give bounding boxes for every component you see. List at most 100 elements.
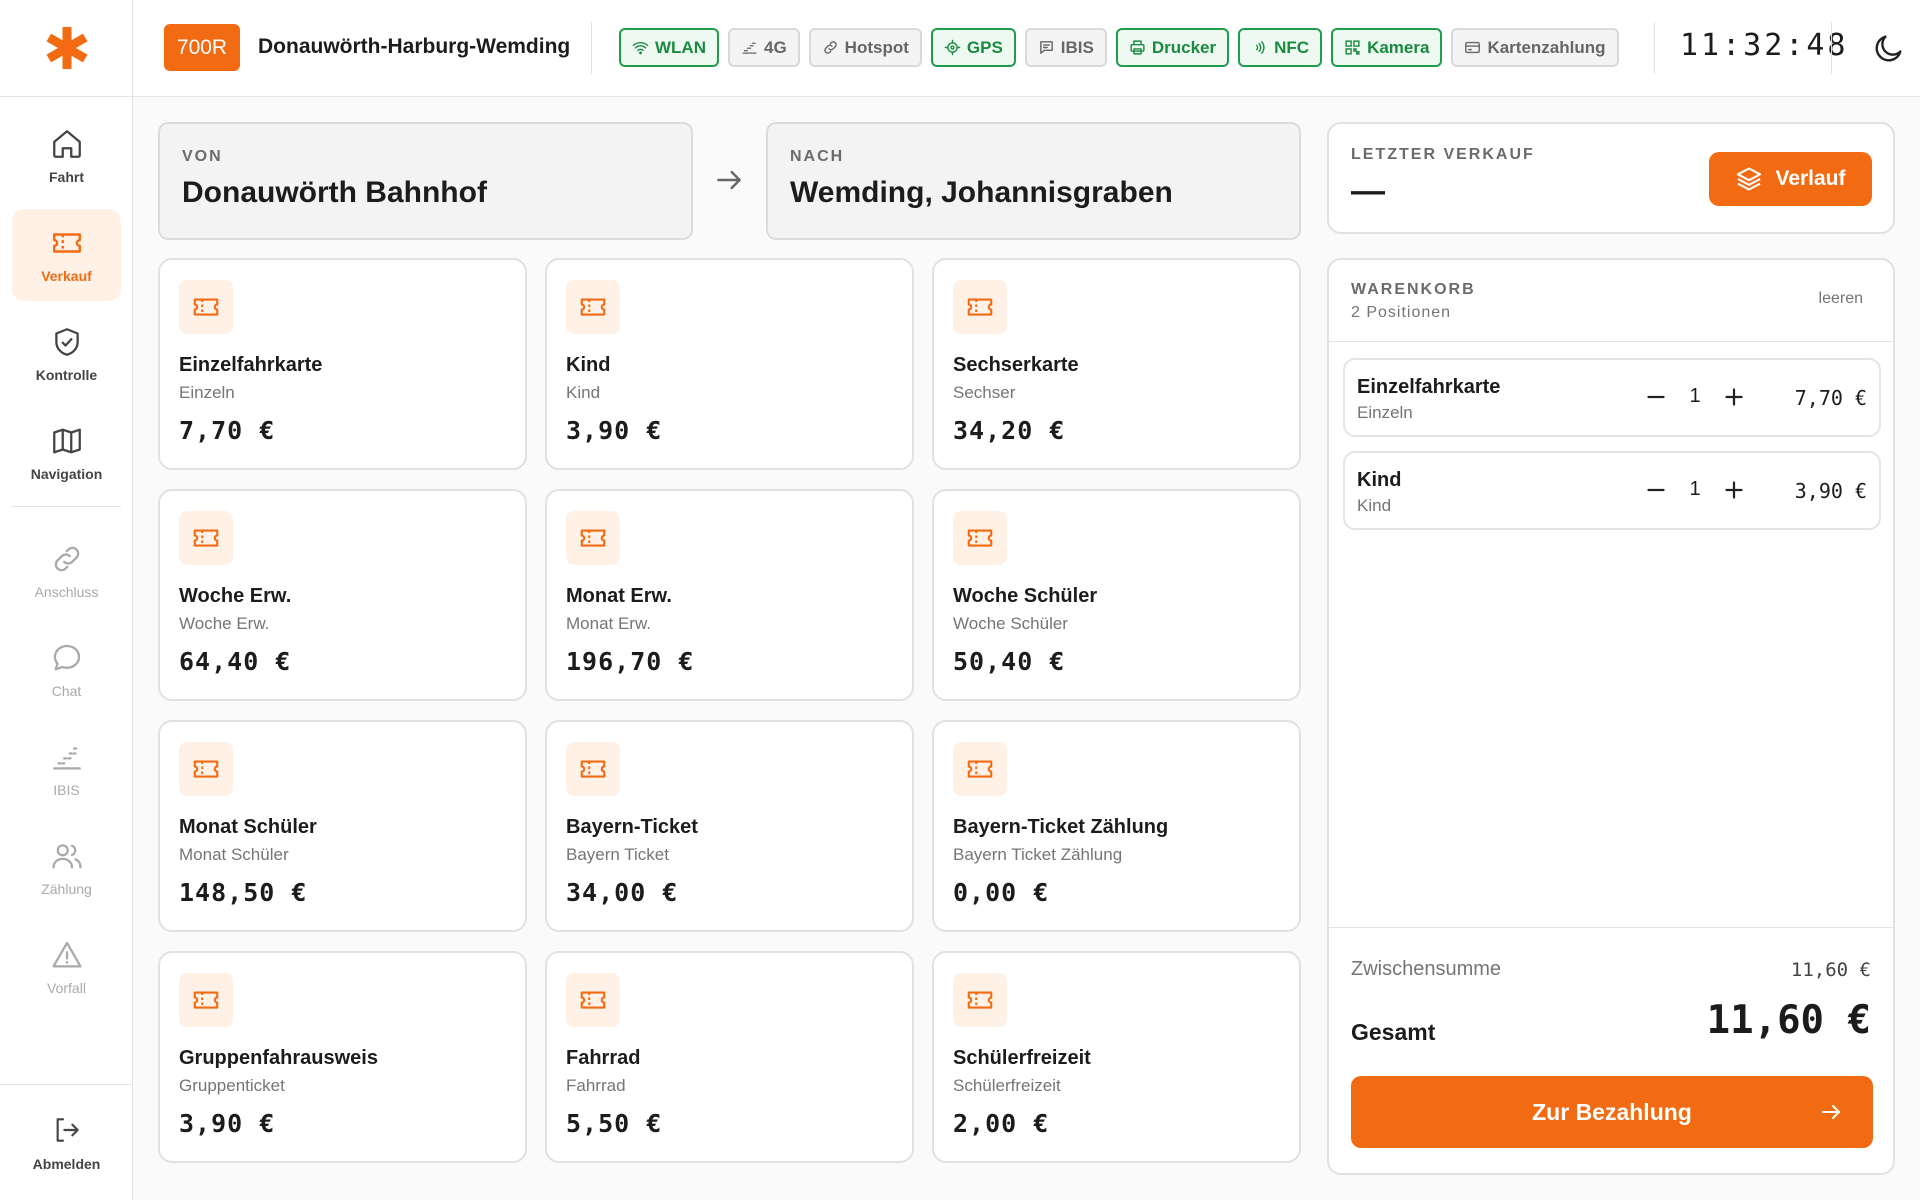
- ticket-name: Einzelfahrkarte: [179, 354, 323, 376]
- header-divider: [591, 22, 592, 74]
- ticket-name: Monat Erw.: [566, 585, 672, 607]
- ticket-tile[interactable]: Woche Schüler Woche Schüler 50,40 €: [932, 489, 1301, 701]
- ticket-tile[interactable]: Schülerfreizeit Schülerfreizeit 2,00 €: [932, 951, 1301, 1163]
- app-logo: [0, 0, 133, 97]
- sidebar-item-fahrt[interactable]: Fahrt: [12, 110, 121, 202]
- ticket-tile[interactable]: Bayern-Ticket Zählung Bayern Ticket Zähl…: [932, 720, 1301, 932]
- status-label: WLAN: [655, 37, 706, 57]
- history-button[interactable]: Verlauf: [1709, 152, 1872, 206]
- increase-quantity-button[interactable]: [1719, 475, 1749, 505]
- ticket-tile[interactable]: Kind Kind 3,90 €: [545, 258, 914, 470]
- cart-item-subtitle: Einzeln: [1357, 403, 1413, 422]
- wifi-icon: [632, 41, 649, 55]
- subtotal-value: 11,60 €: [1790, 959, 1871, 981]
- ticket-name: Monat Schüler: [179, 816, 317, 838]
- ticket-icon: [580, 760, 606, 778]
- status-chip-kamera[interactable]: Kamera: [1331, 28, 1443, 67]
- ticket-tile[interactable]: Woche Erw. Woche Erw. 64,40 €: [158, 489, 527, 701]
- arrow-right-icon: [717, 170, 741, 190]
- status-chip-ibis[interactable]: IBIS: [1024, 28, 1107, 67]
- logout-button[interactable]: Abmelden: [0, 1084, 133, 1200]
- ticket-icon-box: [566, 511, 620, 565]
- status-chip-kartenzahlung[interactable]: Kartenzahlung: [1451, 28, 1619, 67]
- ticket-tile[interactable]: Bayern-Ticket Bayern Ticket 34,00 €: [545, 720, 914, 932]
- sidebar-item-vorfall[interactable]: Vorfall: [12, 921, 121, 1013]
- sidebar-item-verkauf[interactable]: Verkauf: [12, 209, 121, 301]
- arrow-right-icon: [1822, 1105, 1840, 1119]
- users-icon: [51, 844, 82, 869]
- moon-icon[interactable]: [1872, 31, 1906, 65]
- plus-icon: [1725, 481, 1743, 499]
- ticket-icon: [193, 298, 219, 316]
- increase-quantity-button[interactable]: [1719, 382, 1749, 412]
- ticket-icon: [967, 760, 993, 778]
- status-chip-4g[interactable]: 4G: [727, 28, 800, 67]
- ticket-price: 34,20 €: [953, 416, 1066, 445]
- minus-icon: [1647, 395, 1665, 399]
- status-chip-wlan[interactable]: WLAN: [619, 28, 719, 67]
- printer-icon: [1130, 40, 1145, 55]
- ticket-icon-box: [566, 973, 620, 1027]
- status-chip-nfc[interactable]: NFC: [1238, 28, 1323, 67]
- asterisk-logo-icon: [46, 27, 87, 69]
- status-chip-gps[interactable]: GPS: [930, 28, 1016, 67]
- ticket-icon: [580, 298, 606, 316]
- cart-item-price: 7,70 €: [1794, 386, 1867, 410]
- pay-button-label: Zur Bezahlung: [1532, 1098, 1692, 1125]
- ticket-price: 2,00 €: [953, 1109, 1050, 1138]
- sidebar-item-kontrolle[interactable]: Kontrolle: [12, 308, 121, 400]
- ticket-name: Woche Erw.: [179, 585, 292, 607]
- line-number-badge: 700R: [164, 24, 240, 71]
- status-indicators: WLAN 4G Hotspot GPS IBIS Drucker NFC Kam…: [619, 28, 1619, 67]
- ticket-tile[interactable]: Sechserkarte Sechser 34,20 €: [932, 258, 1301, 470]
- ticket-subtitle: Woche Schüler: [953, 614, 1068, 633]
- status-label: Hotspot: [844, 37, 909, 57]
- clear-cart-button[interactable]: leeren: [1819, 290, 1863, 308]
- ticket-tile[interactable]: Einzelfahrkarte Einzeln 7,70 €: [158, 258, 527, 470]
- pay-button[interactable]: Zur Bezahlung: [1351, 1076, 1873, 1148]
- crosshair-icon: [944, 39, 961, 56]
- cart-item-quantity: 1: [1689, 478, 1701, 500]
- ticket-price: 3,90 €: [179, 1109, 276, 1138]
- sidebar-item-label: Kontrolle: [35, 367, 98, 383]
- ticket-icon-box: [953, 511, 1007, 565]
- ticket-price: 64,40 €: [179, 647, 292, 676]
- ticket-icon: [193, 991, 219, 1009]
- cart-count: 2 Positionen: [1351, 304, 1452, 321]
- status-chip-hotspot[interactable]: Hotspot: [808, 28, 922, 67]
- ticket-icon: [193, 760, 219, 778]
- ticket-icon-box: [953, 742, 1007, 796]
- ticket-name: Bayern-Ticket Zählung: [953, 816, 1169, 838]
- ticket-tile[interactable]: Monat Schüler Monat Schüler 148,50 €: [158, 720, 527, 932]
- ticket-price: 7,70 €: [179, 416, 276, 445]
- sidebar-nav: Fahrt Verkauf Kontrolle Navigation Ansch…: [12, 110, 121, 1020]
- sidebar-item-zaehlung[interactable]: Zählung: [12, 822, 121, 914]
- ticket-tile[interactable]: Fahrrad Fahrrad 5,50 €: [545, 951, 914, 1163]
- status-chip-drucker[interactable]: Drucker: [1115, 28, 1230, 67]
- cart-item: Kind Kind 1 3,90 €: [1343, 451, 1881, 530]
- ticket-icon: [967, 298, 993, 316]
- decrease-quantity-button[interactable]: [1641, 475, 1671, 505]
- status-label: GPS: [966, 37, 1003, 57]
- ticket-icon: [580, 529, 606, 547]
- sidebar-item-anschluss[interactable]: Anschluss: [12, 525, 121, 617]
- total-label: Gesamt: [1351, 1019, 1436, 1045]
- cart-item-subtitle: Kind: [1357, 496, 1392, 515]
- shield-check-icon: [54, 328, 79, 356]
- ticket-icon: [193, 529, 219, 547]
- sidebar-item-chat[interactable]: Chat: [12, 624, 121, 716]
- ticket-icon-box: [953, 280, 1007, 334]
- ticket-tile[interactable]: Gruppenfahrausweis Gruppenticket 3,90 €: [158, 951, 527, 1163]
- status-label: 4G: [763, 37, 787, 57]
- ticket-icon-box: [179, 742, 233, 796]
- decrease-quantity-button[interactable]: [1641, 382, 1671, 412]
- cart-item-name: Kind: [1357, 469, 1402, 491]
- ticket-subtitle: Monat Erw.: [566, 614, 652, 633]
- sidebar-item-navigation[interactable]: Navigation: [12, 407, 121, 499]
- signal-bars-icon: [742, 42, 757, 54]
- ticket-tile[interactable]: Monat Erw. Monat Erw. 196,70 €: [545, 489, 914, 701]
- ticket-price: 50,40 €: [953, 647, 1066, 676]
- to-stop-field[interactable]: NACH Wemding, Johannisgraben: [766, 122, 1301, 240]
- sidebar-item-ibis[interactable]: IBIS: [12, 723, 121, 815]
- from-stop-field[interactable]: VON Donauwörth Bahnhof: [158, 122, 693, 240]
